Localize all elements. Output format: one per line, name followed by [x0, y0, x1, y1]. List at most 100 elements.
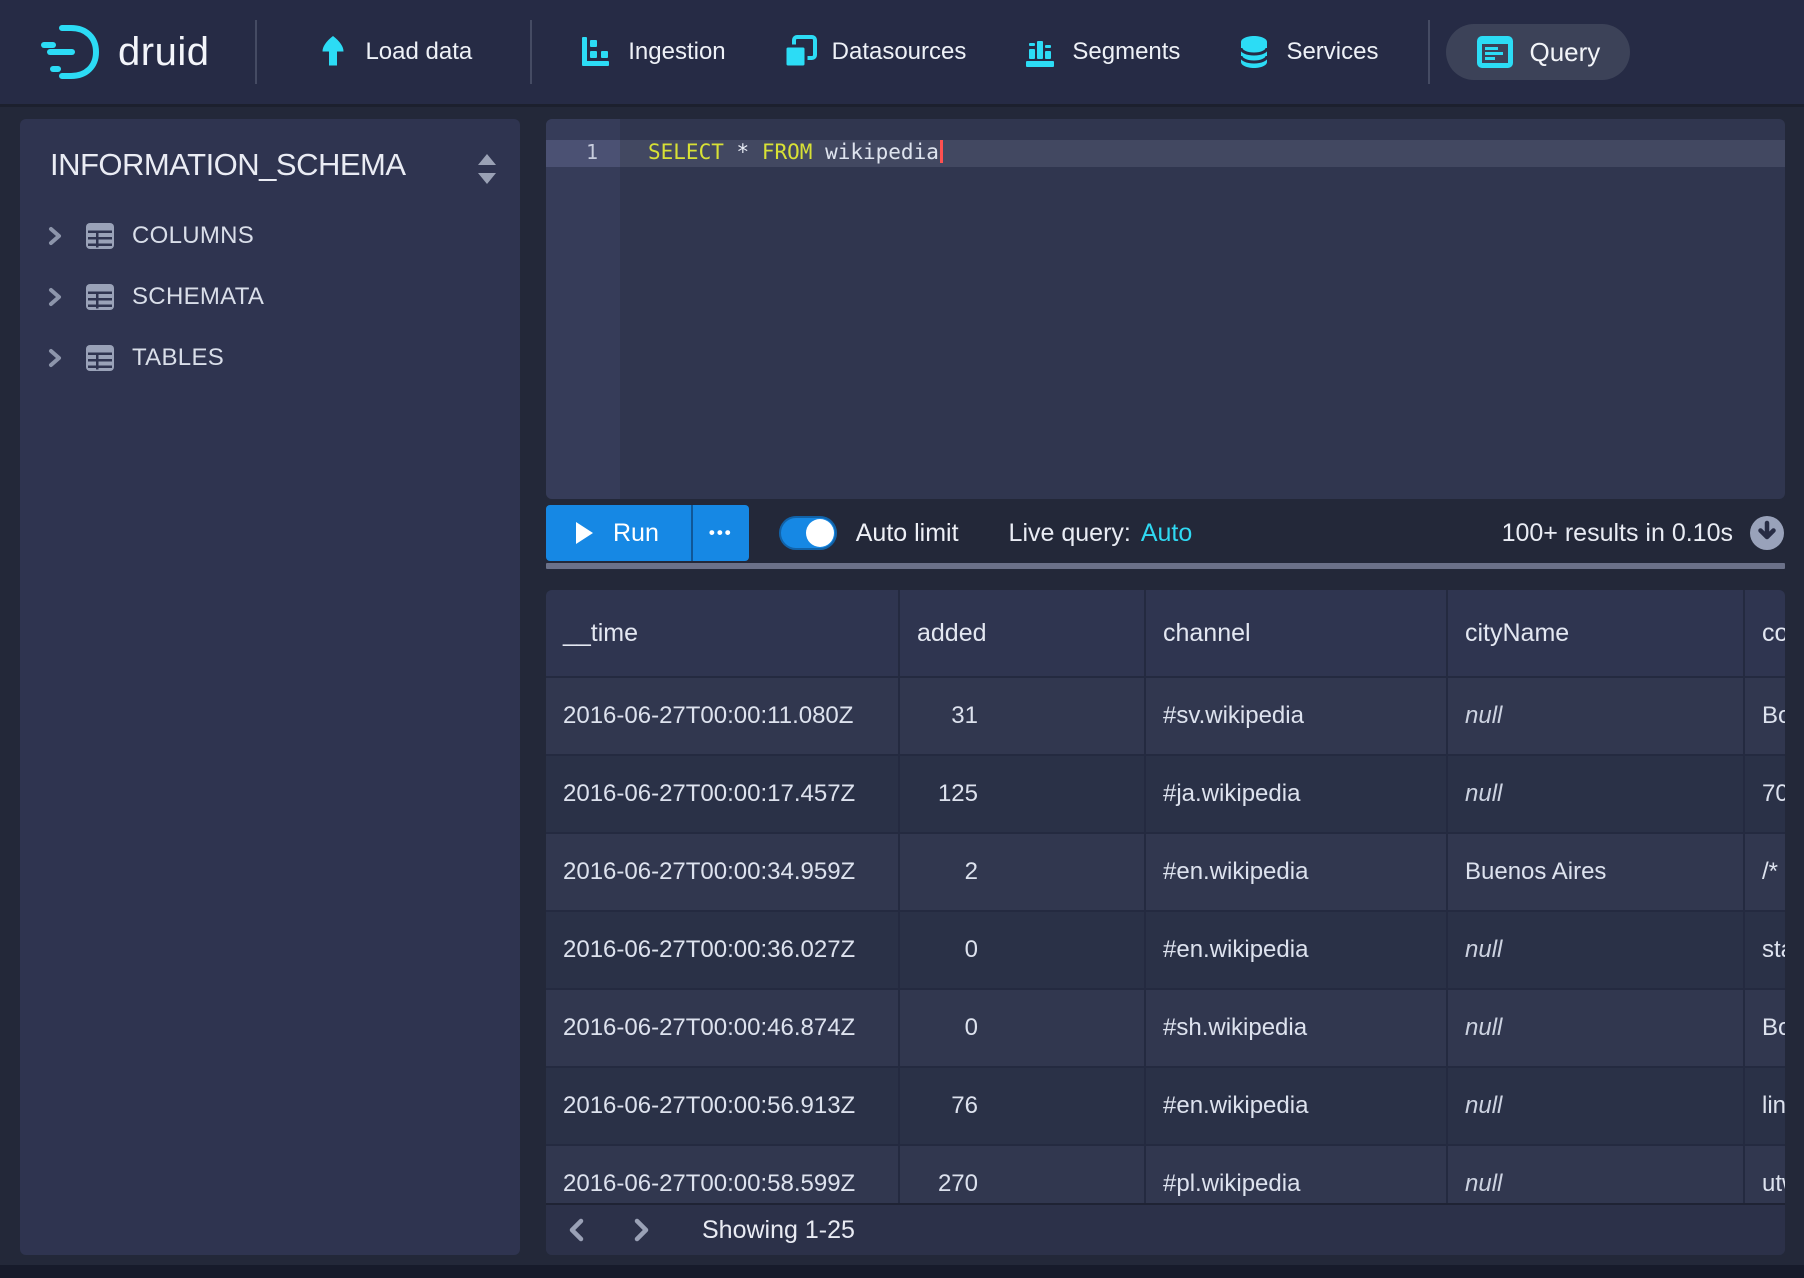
- sql-code-line: SELECT * FROM wikipedia: [620, 140, 943, 167]
- results-panel: __time added channel cityName comment 20…: [546, 590, 1785, 1255]
- prev-page-button[interactable]: [564, 1217, 590, 1243]
- nav-label: Services: [1286, 38, 1378, 66]
- table-row: 2016-06-27T00:00:36.027Z 0 #en.wikipedia…: [546, 910, 1785, 988]
- sql-keyword: FROM: [762, 140, 813, 164]
- column-header-time[interactable]: __time: [546, 590, 900, 676]
- double-caret-vertical-icon: [474, 151, 500, 187]
- segments-bars-icon: [1022, 34, 1058, 70]
- live-query-label: Live query:: [1009, 519, 1131, 548]
- cell-cityname: null: [1448, 1068, 1745, 1144]
- cell-comment: /* S: [1745, 834, 1785, 910]
- cell-added: 2: [900, 834, 1146, 910]
- table-row: 2016-06-27T00:00:34.959Z 2 #en.wikipedia…: [546, 832, 1785, 910]
- cell-cityname: null: [1448, 678, 1745, 754]
- run-button-label: Run: [613, 519, 659, 548]
- bottom-shadow-strip: [0, 1265, 1804, 1278]
- nav-item-load-data[interactable]: Load data: [315, 34, 472, 70]
- query-console-icon: [1476, 33, 1514, 71]
- play-icon: [576, 522, 593, 544]
- nav-item-ingestion[interactable]: Ingestion: [578, 34, 725, 70]
- nav-item-datasources[interactable]: Datasources: [782, 34, 967, 70]
- column-header-comment[interactable]: comment: [1745, 590, 1785, 676]
- cell-added: 0: [900, 912, 1146, 988]
- results-header-row: __time added channel cityName comment: [546, 590, 1785, 676]
- sql-editor[interactable]: 1 SELECT * FROM wikipedia: [546, 119, 1785, 499]
- nav-item-services[interactable]: Services: [1236, 34, 1378, 70]
- cell-cityname: null: [1448, 756, 1745, 832]
- datasources-layers-icon: [782, 34, 818, 70]
- table-icon: [85, 344, 115, 372]
- cell-channel: #en.wikipedia: [1146, 1068, 1448, 1144]
- run-button-group: Run •••: [546, 505, 749, 561]
- cell-time: 2016-06-27T00:00:56.913Z: [546, 1068, 900, 1144]
- cell-channel: #en.wikipedia: [1146, 834, 1448, 910]
- sql-keyword: SELECT: [648, 140, 724, 164]
- live-query-value[interactable]: Auto: [1141, 519, 1192, 548]
- table-row: 2016-06-27T00:00:17.457Z 125 #ja.wikiped…: [546, 754, 1785, 832]
- cell-comment: Bot: [1745, 678, 1785, 754]
- cell-channel: #sv.wikipedia: [1146, 678, 1448, 754]
- tree-item-columns[interactable]: COLUMNS: [20, 205, 520, 266]
- line-number: 1: [546, 140, 598, 167]
- pagination-footer: Showing 1-25: [546, 1203, 1785, 1255]
- auto-limit-toggle[interactable]: [779, 516, 837, 550]
- tree-item-label: COLUMNS: [132, 222, 254, 250]
- cell-comment: link: [1745, 1068, 1785, 1144]
- column-header-channel[interactable]: channel: [1146, 590, 1448, 676]
- nav-label: Datasources: [832, 38, 967, 66]
- brand-wordmark: druid: [118, 30, 209, 75]
- nav-label: Load data: [365, 38, 472, 66]
- cell-comment: 70:: [1745, 756, 1785, 832]
- tree-item-label: TABLES: [132, 344, 224, 372]
- download-circle-icon: [1749, 515, 1785, 551]
- cell-added: 125: [900, 756, 1146, 832]
- run-button[interactable]: Run: [546, 505, 691, 561]
- tree-item-schemata[interactable]: SCHEMATA: [20, 266, 520, 327]
- table-row: 2016-06-27T00:00:11.080Z 31 #sv.wikipedi…: [546, 676, 1785, 754]
- schema-sidebar: INFORMATION_SCHEMA: [20, 119, 520, 1255]
- nav-label: Segments: [1072, 38, 1180, 66]
- tree-item-tables[interactable]: TABLES: [20, 327, 520, 388]
- chevron-right-icon: [45, 348, 65, 368]
- cell-comment: sta: [1745, 912, 1785, 988]
- nav-item-query-active[interactable]: Query: [1446, 24, 1630, 80]
- cell-time: 2016-06-27T00:00:34.959Z: [546, 834, 900, 910]
- navbar-divider: [530, 20, 532, 84]
- editor-gutter: [546, 119, 620, 499]
- druid-brand[interactable]: druid: [40, 21, 209, 83]
- results-summary: 100+ results in 0.10s: [1502, 519, 1733, 548]
- table-icon: [85, 283, 115, 311]
- showing-range-label: Showing 1-25: [702, 1216, 855, 1245]
- top-navbar: druid Load data Ingestion: [0, 0, 1804, 104]
- cell-added: 76: [900, 1068, 1146, 1144]
- schema-title: INFORMATION_SCHEMA: [20, 119, 520, 183]
- auto-limit-label: Auto limit: [856, 519, 959, 548]
- chevron-right-icon: [45, 226, 65, 246]
- run-more-button[interactable]: •••: [693, 505, 749, 561]
- more-ellipsis-icon: •••: [709, 523, 733, 543]
- text-cursor: [940, 140, 943, 163]
- cell-channel: #en.wikipedia: [1146, 912, 1448, 988]
- cell-comment: Bot: [1745, 990, 1785, 1066]
- cell-time: 2016-06-27T00:00:46.874Z: [546, 990, 900, 1066]
- next-page-button[interactable]: [628, 1217, 654, 1243]
- cell-time: 2016-06-27T00:00:11.080Z: [546, 678, 900, 754]
- sql-operator: *: [737, 140, 750, 164]
- table-row: 2016-06-27T00:00:46.874Z 0 #sh.wikipedia…: [546, 988, 1785, 1066]
- cell-time: 2016-06-27T00:00:17.457Z: [546, 756, 900, 832]
- column-header-cityname[interactable]: cityName: [1448, 590, 1745, 676]
- table-icon: [85, 222, 115, 250]
- query-workbench: 1 SELECT * FROM wikipedia Run •••: [546, 119, 1785, 1255]
- sql-identifier: wikipedia: [825, 140, 939, 164]
- nav-item-segments[interactable]: Segments: [1022, 34, 1180, 70]
- nav-label: Ingestion: [628, 38, 725, 66]
- chevron-left-icon: [564, 1217, 590, 1243]
- ingestion-chart-icon: [578, 34, 614, 70]
- table-row: 2016-06-27T00:00:56.913Z 76 #en.wikipedi…: [546, 1066, 1785, 1144]
- column-header-added[interactable]: added: [900, 590, 1146, 676]
- content-area: INFORMATION_SCHEMA: [20, 119, 1785, 1255]
- schema-tree: COLUMNS SCHEMATA: [20, 205, 520, 388]
- download-results-button[interactable]: [1749, 515, 1785, 551]
- cell-time: 2016-06-27T00:00:36.027Z: [546, 912, 900, 988]
- sort-schema-button[interactable]: [474, 151, 500, 187]
